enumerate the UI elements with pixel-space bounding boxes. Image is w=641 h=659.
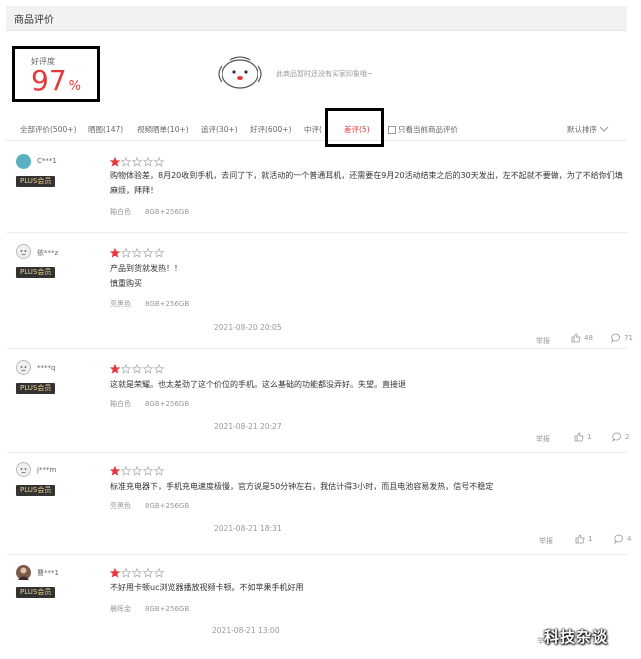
comment-icon xyxy=(614,534,623,545)
default-avatar-icon xyxy=(20,366,27,372)
review-item: 依***z PLUS会员 产品到货就发热！！ 慎重购买 亮黑色 8GB+256GB… xyxy=(6,232,633,349)
avatar xyxy=(16,462,31,477)
review-text: 这就是荣耀。也太差劲了这个价位的手机。这么基础的功能都没弄好。失望。直接退 xyxy=(110,380,406,389)
star-empty-icon xyxy=(153,567,165,578)
star-empty-icon xyxy=(153,363,165,374)
only-current-toggle[interactable]: 只看当前商品评价 xyxy=(388,124,458,135)
star-empty-icon xyxy=(153,156,165,167)
review-date: 2021-08-21 18:31 xyxy=(214,524,282,533)
review-item: C***1 PLUS会员 购物体验差，8月20收到手机，去问了下，就活动的一个普… xyxy=(6,146,627,233)
chevron-down-icon xyxy=(600,126,609,132)
star-empty-icon xyxy=(131,567,143,578)
tab-followup[interactable]: 追评(30+) xyxy=(201,124,238,135)
review-date: 2021-08-21 13:00 xyxy=(212,626,280,635)
review-date: 2021-08-21 20:27 xyxy=(214,422,282,431)
star-rating xyxy=(109,461,165,480)
plus-member-badge: PLUS会员 xyxy=(16,587,56,598)
tab-photos[interactable]: 晒图(147) xyxy=(88,124,123,135)
comment-button[interactable]: 4 xyxy=(614,534,631,545)
tab-videos[interactable]: 视频晒单(10+) xyxy=(137,124,189,135)
default-avatar-icon xyxy=(20,250,27,256)
star-filled-icon xyxy=(109,156,121,167)
star-empty-icon xyxy=(131,363,143,374)
star-empty-icon xyxy=(131,465,143,476)
avatar xyxy=(16,154,31,169)
star-empty-icon xyxy=(131,247,143,258)
star-empty-icon xyxy=(142,465,154,476)
section-header: 商品评价 xyxy=(6,6,627,31)
star-empty-icon xyxy=(120,156,132,167)
plus-member-badge: PLUS会员 xyxy=(16,485,56,496)
avatar xyxy=(16,244,31,259)
plus-member-badge: PLUS会员 xyxy=(16,383,56,394)
product-spec: 晨晖金 8GB+256GB xyxy=(110,605,190,613)
comment-button[interactable]: 71 xyxy=(611,333,633,344)
star-rating xyxy=(109,359,165,378)
tab-neutral[interactable]: 中评( xyxy=(304,124,322,135)
star-empty-icon xyxy=(142,363,154,374)
review-date: 2021-08-20 20:05 xyxy=(214,323,282,332)
sort-dropdown[interactable]: 默认排序 xyxy=(567,124,609,135)
plus-member-badge: PLUS会员 xyxy=(16,267,56,278)
product-spec: 釉白色 8GB+256GB xyxy=(110,208,190,216)
section-title: 商品评价 xyxy=(14,15,54,26)
star-filled-icon xyxy=(109,363,121,374)
star-filled-icon xyxy=(109,567,121,578)
star-empty-icon xyxy=(120,363,132,374)
star-filled-icon xyxy=(109,247,121,258)
plus-member-badge: PLUS会员 xyxy=(16,176,56,187)
user-photo-icon xyxy=(18,567,29,580)
like-button[interactable]: 48 xyxy=(571,333,593,343)
avatar xyxy=(16,360,31,375)
report-link[interactable]: 举报 xyxy=(539,536,553,546)
like-button[interactable]: 1 xyxy=(574,432,591,442)
review-text: 购物体验差，8月20收到手机，去问了下，就活动的一个普通耳机，还需要在9月20活… xyxy=(110,171,623,195)
comment-icon xyxy=(611,333,620,344)
score-value: 97% xyxy=(31,64,81,97)
tab-all[interactable]: 全部评价(500+) xyxy=(20,124,76,135)
star-empty-icon xyxy=(142,247,154,258)
comment-button[interactable]: 2 xyxy=(612,432,629,443)
username: C***1 xyxy=(37,157,57,165)
report-link[interactable]: 举报 xyxy=(536,434,550,444)
thumbs-up-icon xyxy=(575,534,585,544)
comment-icon xyxy=(612,432,621,443)
default-avatar-icon xyxy=(20,468,27,474)
avatar xyxy=(16,565,31,580)
star-rating xyxy=(109,243,165,262)
star-empty-icon xyxy=(131,156,143,167)
product-spec: 釉白色 8GB+256GB xyxy=(110,400,190,408)
review-text: 标准充电器下，手机充电速度极慢，官方说是50分钟左右，我估计得3小时，而且电池容… xyxy=(110,482,494,491)
username: 依***z xyxy=(37,249,59,257)
rating-summary-box: 好评度 97% xyxy=(12,46,100,102)
tab-positive[interactable]: 好评(600+) xyxy=(250,124,291,135)
star-empty-icon xyxy=(153,465,165,476)
negative-tab-highlight xyxy=(325,108,384,147)
star-empty-icon xyxy=(120,465,132,476)
star-empty-icon xyxy=(142,156,154,167)
review-item: j***m PLUS会员 标准充电器下，手机充电速度极慢，官方说是50分钟左右，… xyxy=(6,452,631,555)
username: 曹***1 xyxy=(37,569,59,577)
watermark: 科技杂谈 xyxy=(544,628,609,646)
report-link[interactable]: 举报 xyxy=(536,336,550,346)
review-text: 不好用卡顿uc浏览器播放视频卡顿。不如苹果手机好用 xyxy=(110,583,304,592)
star-empty-icon xyxy=(120,247,132,258)
review-item: 曹***1 PLUS会员 不好用卡顿uc浏览器播放视频卡顿。不如苹果手机好用 晨… xyxy=(6,554,627,659)
review-item: ****q PLUS会员 这就是荣耀。也太差劲了这个价位的手机。这么基础的功能都… xyxy=(6,348,629,453)
impression-text: 此商品暂时还没有买家印象哦~ xyxy=(276,70,373,78)
product-spec: 亮黑色 8GB+256GB xyxy=(110,502,190,510)
username: j***m xyxy=(37,466,57,474)
star-empty-icon xyxy=(142,567,154,578)
mascot-dog-icon xyxy=(218,56,262,89)
review-text: 产品到货就发热！！ 慎重购买 xyxy=(110,264,182,288)
thumbs-up-icon xyxy=(571,333,581,343)
like-button[interactable]: 1 xyxy=(575,534,592,544)
thumbs-up-icon xyxy=(574,432,584,442)
star-empty-icon xyxy=(120,567,132,578)
product-spec: 亮黑色 8GB+256GB xyxy=(110,300,190,308)
username: ****q xyxy=(37,364,56,372)
star-filled-icon xyxy=(109,465,121,476)
checkbox-icon[interactable] xyxy=(388,126,396,134)
star-empty-icon xyxy=(153,247,165,258)
